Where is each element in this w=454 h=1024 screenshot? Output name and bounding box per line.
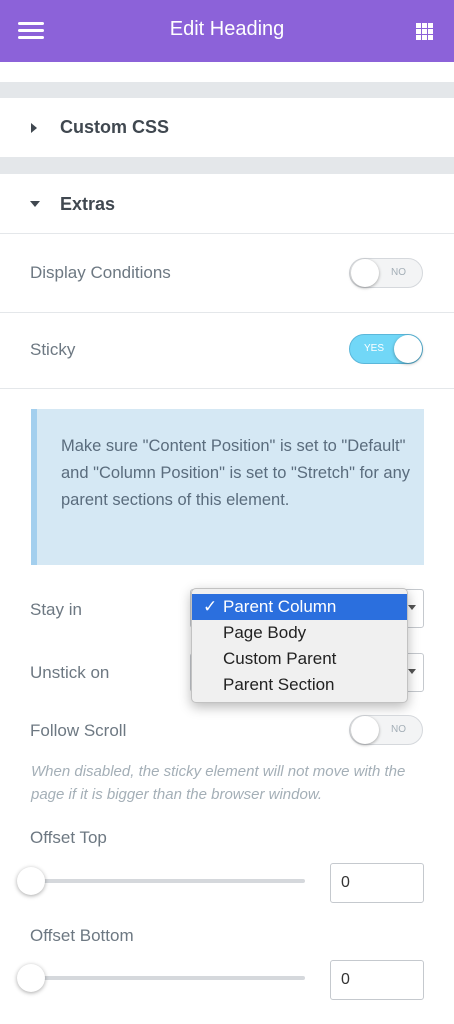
stay-in-dropdown-menu: ✓ Parent Column Page Body Custom Parent … — [191, 588, 408, 703]
option-label: Custom Parent — [223, 649, 337, 668]
section-separator — [0, 82, 454, 98]
control-label: Unstick on — [30, 663, 110, 682]
control-offset-top: Offset Top — [0, 826, 454, 850]
control-label: Offset Bottom — [30, 926, 134, 945]
offset-bottom-slider-handle[interactable] — [17, 964, 45, 992]
control-label: Offset Top — [30, 828, 107, 847]
caret-down-icon — [30, 201, 40, 207]
section-label: Custom CSS — [60, 117, 170, 137]
control-display-conditions: Display Conditions NO — [0, 235, 454, 312]
notice-text: Make sure "Content Position" is set to "… — [61, 437, 411, 509]
section-label: Extras — [60, 194, 116, 214]
panel-title: Edit Heading — [169, 18, 285, 40]
control-label: Follow Scroll — [30, 721, 127, 740]
offset-top-input[interactable]: 0 — [330, 863, 424, 903]
top-bar: Edit Heading — [0, 0, 454, 62]
option-label: Parent Section — [223, 675, 335, 694]
offset-bottom-slider-track[interactable] — [31, 976, 305, 980]
toggle-text: YES — [364, 343, 385, 354]
toggle-knob — [394, 335, 422, 363]
section-separator — [0, 158, 454, 174]
option-label: Parent Column — [223, 597, 337, 616]
checkmark-icon: ✓ — [203, 597, 218, 616]
control-offset-bottom: Offset Bottom — [0, 924, 454, 948]
control-sticky: Sticky YES — [0, 313, 454, 388]
offset-top-slider-track[interactable] — [31, 879, 305, 883]
section-custom-css[interactable]: Custom CSS — [0, 98, 454, 158]
toggle-knob — [351, 259, 379, 287]
sticky-toggle[interactable]: YES — [349, 334, 423, 364]
chevron-down-icon — [408, 605, 416, 610]
caret-right-icon — [31, 123, 37, 133]
follow-scroll-hint: When disabled, the sticky element will n… — [31, 763, 406, 803]
dropdown-option-page-body[interactable]: Page Body — [192, 620, 407, 646]
toggle-text: NO — [391, 267, 406, 278]
toggle-knob — [351, 716, 379, 744]
dropdown-option-custom-parent[interactable]: Custom Parent — [192, 646, 407, 672]
sticky-notice: Make sure "Content Position" is set to "… — [31, 409, 424, 565]
follow-scroll-toggle[interactable]: NO — [349, 715, 423, 745]
offset-bottom-input[interactable]: 0 — [330, 960, 424, 1000]
control-label: Stay in — [30, 600, 82, 619]
section-extras[interactable]: Extras — [0, 174, 454, 234]
offset-top-slider-handle[interactable] — [17, 867, 45, 895]
control-label: Display Conditions — [30, 263, 171, 282]
dropdown-option-parent-section[interactable]: Parent Section — [192, 672, 407, 698]
option-label: Page Body — [223, 623, 307, 642]
chevron-down-icon — [408, 669, 416, 674]
toggle-text: NO — [391, 724, 406, 735]
control-follow-scroll: Follow Scroll NO — [0, 712, 454, 752]
control-label: Sticky — [30, 340, 76, 359]
display-conditions-toggle[interactable]: NO — [349, 258, 423, 288]
divider — [0, 388, 454, 389]
dropdown-option-parent-column[interactable]: ✓ Parent Column — [192, 594, 407, 620]
grid-icon[interactable] — [416, 23, 433, 40]
